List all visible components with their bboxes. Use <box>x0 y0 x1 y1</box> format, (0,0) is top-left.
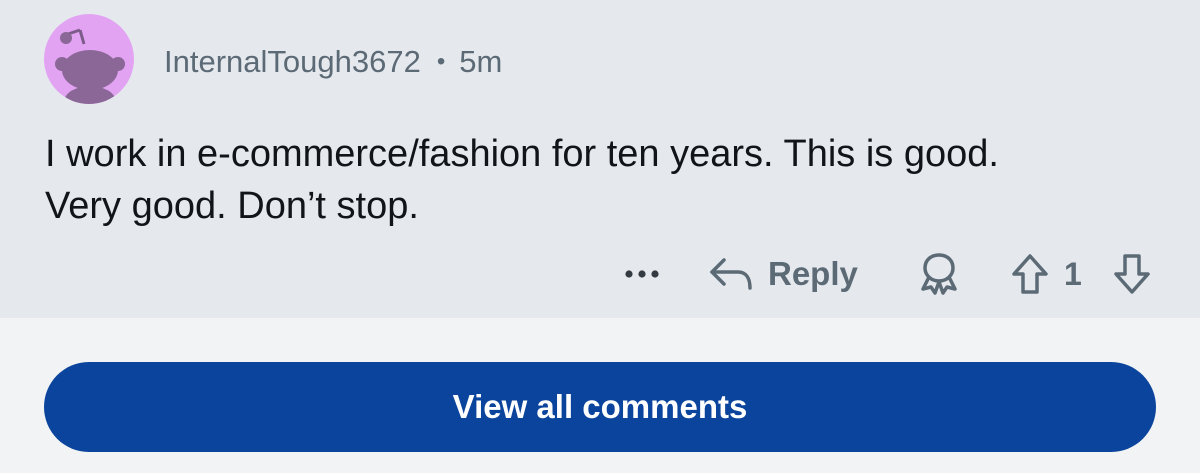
downvote-arrow-icon <box>1114 254 1150 294</box>
avatar[interactable] <box>44 14 134 104</box>
comment-timestamp: 5m <box>459 44 503 79</box>
username-link[interactable]: InternalTough3672 <box>164 44 421 80</box>
upvote-button[interactable] <box>1006 246 1054 302</box>
more-options-button[interactable] <box>618 246 666 302</box>
page: InternalTough3672 • 5m I work in e-comme… <box>0 0 1200 473</box>
reply-arrow-icon <box>710 258 752 290</box>
comment-body: I work in e-commerce/fashion for ten yea… <box>45 128 1165 232</box>
more-horizontal-icon <box>625 270 659 278</box>
award-icon <box>921 253 957 295</box>
comment-meta: InternalTough3672 • 5m <box>164 42 502 82</box>
view-all-comments-button[interactable]: View all comments <box>44 362 1156 452</box>
view-all-comments-label: View all comments <box>452 388 748 425</box>
comment-actions: Reply 1 <box>0 246 1200 302</box>
snoo-avatar-icon <box>55 28 125 104</box>
comment-text-line: I work in e-commerce/fashion for ten yea… <box>45 133 999 175</box>
reply-label: Reply <box>768 255 858 292</box>
vote-count: 1 <box>1064 255 1082 292</box>
award-button[interactable] <box>912 246 966 302</box>
comment-text-line: Very good. Don’t stop. <box>45 185 419 227</box>
comment-card: InternalTough3672 • 5m I work in e-comme… <box>0 0 1200 318</box>
meta-separator: • <box>436 48 446 75</box>
upvote-arrow-icon <box>1012 254 1048 294</box>
downvote-button[interactable] <box>1108 246 1156 302</box>
reply-button[interactable]: Reply <box>708 246 858 302</box>
